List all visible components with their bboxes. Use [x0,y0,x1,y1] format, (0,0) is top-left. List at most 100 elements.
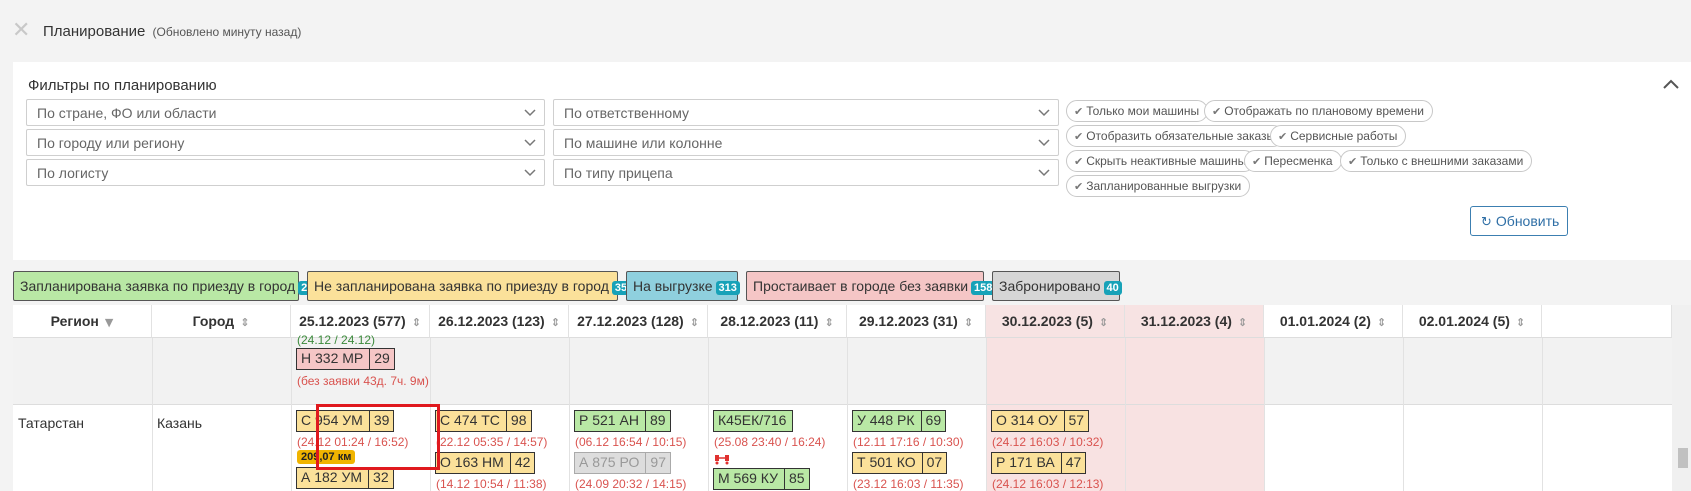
vehicle-time: (24.12 16:03 / 10:32) [992,435,1104,449]
col-header-date[interactable]: 01.01.2024 (2) ⇕ [1264,305,1403,338]
chip-shift-change[interactable]: ✔ Пересменка [1244,150,1342,172]
vehicle-count: 47 [1065,454,1082,470]
vehicle-card[interactable]: Р 171 ВА 47 [991,452,1087,474]
vehicle-number: Р 171 ВА [992,453,1062,473]
chip-external-orders[interactable]: ✔ Только с внешними заказами [1340,150,1533,172]
col-header-date[interactable]: 29.12.2023 (31) ⇕ [847,305,986,338]
refresh-icon: ↻ [1481,215,1492,230]
trailer-filter-placeholder: По типу прицепа [564,165,673,181]
vehicle-count: 98 [510,412,527,428]
col-divider [1125,338,1126,491]
vehicle-number: Н 332 МР [297,349,371,369]
check-icon: ✔ [1212,105,1222,118]
vehicle-card[interactable]: А 182 УМ 32 [296,467,394,489]
chip-label: Отобразить обязательные заказы [1086,129,1276,143]
city-filter-select[interactable]: По городу или региону [26,129,545,156]
vehicle-card[interactable]: Р 521 АН 89 [574,410,671,432]
col-header-label: 30.12.2023 (5) [1001,313,1093,329]
vehicle-number: Т 501 КО [853,453,923,473]
refresh-button[interactable]: ↻ Обновить [1470,206,1568,236]
col-header-region[interactable]: Регион ▼ [13,305,152,338]
vehicle-number: М 569 КУ [714,469,786,489]
legend-count: 313 [715,281,740,295]
col-header-date-weekend[interactable]: 30.12.2023 (5) ⇕ [986,305,1125,338]
col-header-date[interactable]: 28.12.2023 (11) ⇕ [708,305,847,338]
vehicle-count: 69 [925,412,942,428]
vehicle-card[interactable]: С 474 ТС 98 [435,410,532,432]
city-cell: Казань [157,415,203,431]
sort-icon: ⇕ [689,316,699,329]
chip-mandatory-orders[interactable]: ✔ Отобразить обязательные заказы [1066,125,1285,147]
vehicle-filter-select[interactable]: По машине или колонне [553,129,1059,156]
sort-icon: ⇕ [1098,316,1109,329]
filters-panel: Фильтры по планированию По стране, ФО ил… [13,62,1691,260]
city-filter-placeholder: По городу или региону [37,135,185,151]
filters-title: Фильтры по планированию [28,77,217,94]
chevron-down-icon [524,109,536,117]
col-header-date[interactable]: 27.12.2023 (128) ⇕ [569,305,708,338]
chip-label: Запланированные выгрузки [1086,179,1242,193]
chip-label: Только мои машины [1086,104,1200,118]
close-icon[interactable]: ✕ [12,20,30,42]
chevron-up-icon[interactable] [1661,76,1681,92]
col-header-label: 02.01.2024 (5) [1418,313,1510,329]
vehicle-number: С 474 ТС [436,411,507,431]
responsible-filter-select[interactable]: По ответственному [553,99,1059,126]
vehicle-card[interactable]: М 569 КУ 85 [713,468,810,490]
legend-idle[interactable]: Простаивает в городе без заявки 158 [746,271,996,301]
col-header-date[interactable]: 02.01.2024 (5) ⇕ [1403,305,1542,338]
col-header-date-weekend[interactable]: 31.12.2023 (4) ⇕ [1125,305,1264,338]
vehicle-number: А 182 УМ [297,468,370,488]
cut-off-time: (24.12 / 24.12) [297,333,376,347]
chip-planned-unloads[interactable]: ✔ Запланированные выгрузки [1066,175,1251,197]
legend-not-planned[interactable]: Не запланирована заявка по приезду в гор… [307,271,637,301]
legend-booked[interactable]: Забронировано 40 [992,271,1122,301]
col-header-label: Регион [50,313,99,329]
chip-my-vehicles[interactable]: ✔ Только мои машины [1066,100,1209,122]
col-header-date[interactable]: 26.12.2023 (123) ⇕ [430,305,569,338]
logist-filter-select[interactable]: По логисту [26,159,545,186]
chip-planned-time[interactable]: ✔ Отображать по плановому времени [1204,100,1433,122]
responsible-filter-placeholder: По ответственному [564,105,689,121]
truck-swap-icon [715,455,729,465]
vehicle-number: К45ЕК/716 [718,412,787,428]
sort-icon: ⇕ [550,316,560,329]
col-header-label: 26.12.2023 (123) [438,313,545,329]
chip-label: Отображать по плановому времени [1224,104,1424,118]
chip-service-works[interactable]: ✔ Сервисные работы [1270,125,1407,147]
scrollbar-thumb[interactable] [1678,448,1688,468]
top-bar: ✕ Планирование (Обновлено минуту назад) [0,0,1691,62]
sort-icon: ⇕ [1237,316,1248,329]
page-title: Планирование (Обновлено минуту назад) [43,23,301,40]
check-icon: ✔ [1074,130,1084,143]
trailer-filter-select[interactable]: По типу прицепа [553,159,1059,186]
vehicle-card[interactable]: Н 332 МР 29 [296,348,395,370]
legend-planned[interactable]: Запланирована заявка по приезду в город2… [13,271,317,301]
selection-highlight [316,404,440,470]
country-filter-select[interactable]: По стране, ФО или области [26,99,545,126]
vehicle-time: (25.08 23:40 / 16:24) [714,435,826,449]
col-header-city[interactable]: Город ⇕ [152,305,291,338]
col-divider [708,338,709,491]
vehicle-number: О 163 НМ [436,453,511,473]
col-header-label: 31.12.2023 (4) [1140,313,1232,329]
vehicle-card[interactable]: К45ЕК/716 [713,410,794,432]
vehicle-count: 57 [1068,412,1085,428]
col-header-label: 27.12.2023 (128) [577,313,684,329]
vehicle-count: 29 [374,350,390,366]
vehicle-card[interactable]: О 163 НМ 42 [435,452,536,474]
col-divider [986,338,987,491]
vehicle-card[interactable]: Т 501 КО 07 [852,452,948,474]
vehicle-card[interactable]: У 448 РК 69 [852,410,947,432]
vehicle-card[interactable]: О 314 ОУ 57 [991,410,1090,432]
chip-hide-inactive[interactable]: ✔ Скрыть неактивные машины [1066,150,1256,172]
legend-unloading[interactable]: На выгрузке 313 [626,271,740,301]
col-header-label: 29.12.2023 (31) [858,313,958,329]
vehicle-time: (22.12 05:35 / 14:57) [436,435,548,449]
vehicle-card[interactable]: А 875 РО 97 [574,452,671,474]
sort-icon: ⇕ [963,316,974,329]
col-divider [1264,338,1265,491]
chevron-down-icon [1038,139,1050,147]
chevron-down-icon [524,139,536,147]
vehicle-time: (14.12 10:54 / 11:38) [436,477,547,491]
